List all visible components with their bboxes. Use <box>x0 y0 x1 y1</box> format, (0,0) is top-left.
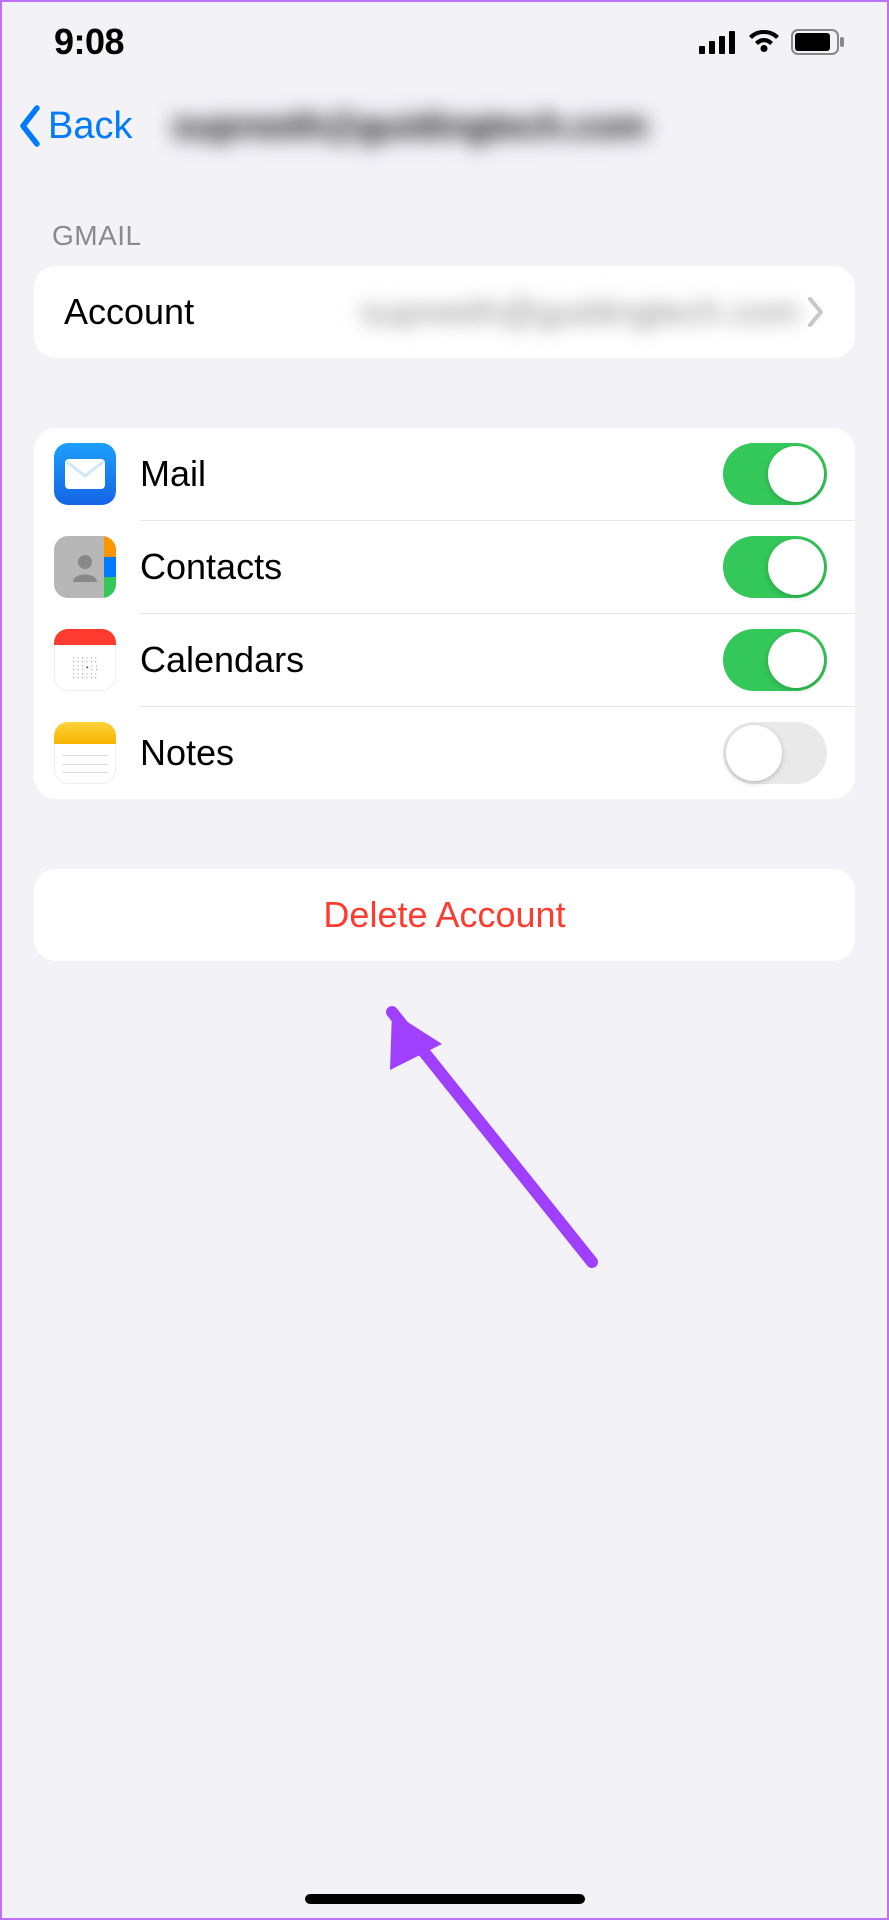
mail-label: Mail <box>140 453 723 495</box>
calendars-toggle[interactable] <box>723 629 827 691</box>
notes-toggle[interactable] <box>723 722 827 784</box>
status-time: 9:08 <box>54 21 124 63</box>
delete-account-button[interactable]: Delete Account <box>34 869 855 961</box>
back-button[interactable]: Back <box>14 104 132 148</box>
arrow-annotation <box>342 962 622 1282</box>
notes-label: Notes <box>140 732 723 774</box>
battery-icon <box>791 29 847 55</box>
section-header-gmail: GMAIL <box>2 170 887 266</box>
contacts-icon <box>54 536 116 598</box>
mail-icon <box>54 443 116 505</box>
nav-title: supreeth@guidingtech.com <box>172 105 647 147</box>
chevron-left-icon <box>14 104 44 148</box>
signal-icon <box>699 30 737 54</box>
account-value: supreeth@guidingtech.com <box>194 291 807 333</box>
delete-account-group: Delete Account <box>34 869 855 961</box>
account-row[interactable]: Account supreeth@guidingtech.com <box>34 266 855 358</box>
calendar-icon: : : : : : :: : : • : :: : : : : : <box>54 629 116 691</box>
account-group: Account supreeth@guidingtech.com <box>34 266 855 358</box>
mail-row[interactable]: Mail <box>34 428 855 520</box>
chevron-right-icon <box>807 296 825 328</box>
notes-icon <box>54 722 116 784</box>
contacts-row[interactable]: Contacts <box>34 521 855 613</box>
contacts-toggle[interactable] <box>723 536 827 598</box>
calendars-label: Calendars <box>140 639 723 681</box>
calendars-row[interactable]: : : : : : :: : : • : :: : : : : : Calend… <box>34 614 855 706</box>
contacts-label: Contacts <box>140 546 723 588</box>
services-group: Mail Contacts : : : : : :: : : • : :: : … <box>34 428 855 799</box>
nav-bar: Back supreeth@guidingtech.com <box>2 82 887 170</box>
status-icons <box>699 29 847 55</box>
status-bar: 9:08 <box>2 2 887 82</box>
mail-toggle[interactable] <box>723 443 827 505</box>
wifi-icon <box>747 30 781 54</box>
notes-row[interactable]: Notes <box>34 707 855 799</box>
home-indicator[interactable] <box>305 1894 585 1904</box>
account-label: Account <box>64 291 194 333</box>
